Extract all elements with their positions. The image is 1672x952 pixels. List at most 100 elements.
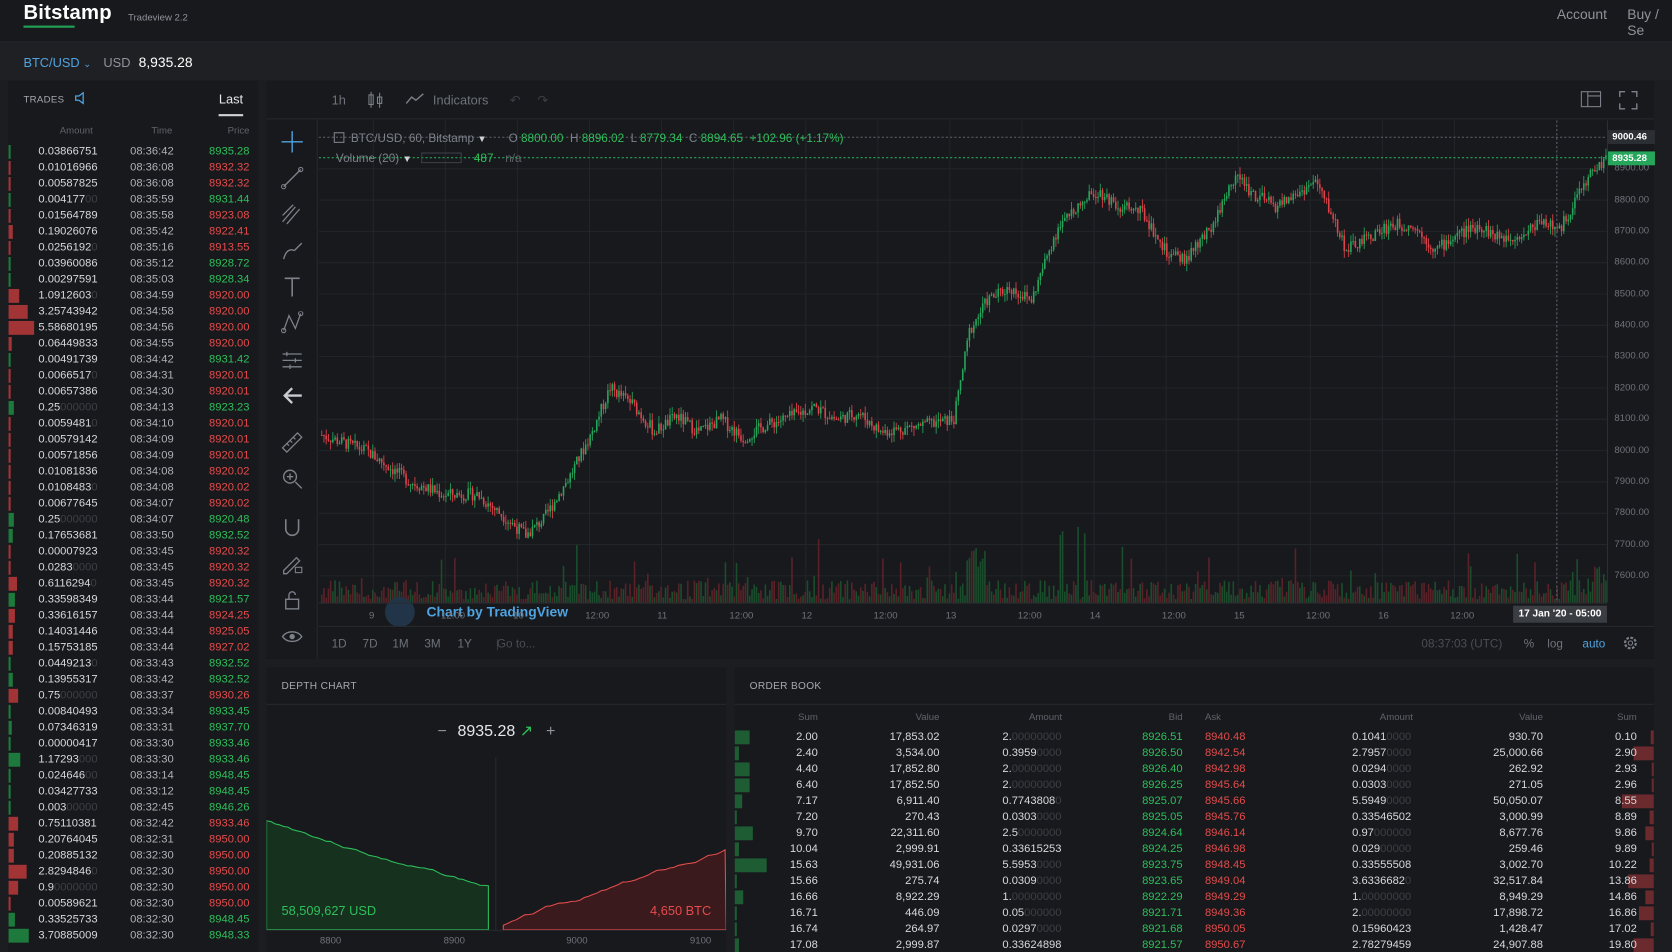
orderbook-row[interactable]: 16.74 264.97 0.02970000 8921.68 8950.05 0.159… — [734, 921, 1654, 937]
orderbook-row[interactable]: 16.66 8,922.29 1.00000000 8922.29 8949.29 1.0… — [734, 889, 1654, 905]
trade-row[interactable]: 0.00589621 08:32:30 8950.00 — [8, 896, 259, 912]
range-1y[interactable]: 1Y — [457, 638, 471, 651]
volume-legend[interactable]: Volume (20) ▼ 487 n/a — [336, 152, 522, 165]
trade-row[interactable]: 0.33598349 08:33:44 8921.57 — [8, 592, 259, 608]
orderbook-row[interactable]: 15.66 275.74 0.03090000 8923.65 8949.04 3.633… — [734, 873, 1654, 889]
trade-row[interactable]: 0.01564789 08:35:58 8923.08 — [8, 208, 259, 224]
trade-row[interactable]: 1.09126030 08:34:59 8920.00 — [8, 288, 259, 304]
percent-toggle[interactable]: % — [1524, 638, 1534, 651]
text-icon[interactable] — [278, 273, 306, 301]
trade-row[interactable]: 0.07346319 08:33:31 8937.70 — [8, 720, 259, 736]
trade-row[interactable]: 0.01084830 08:34:08 8920.02 — [8, 480, 259, 496]
auto-toggle[interactable]: auto — [1582, 638, 1605, 651]
crosshair-icon[interactable] — [278, 128, 306, 156]
trade-row[interactable]: 0.00665170 08:34:31 8920.01 — [8, 368, 259, 384]
trade-row[interactable]: 0.03960086 08:35:12 8928.72 — [8, 256, 259, 272]
trade-row[interactable]: 0.33616157 08:33:44 8924.25 — [8, 608, 259, 624]
trade-row[interactable]: 0.90000000 08:32:30 8950.00 — [8, 880, 259, 896]
trade-row[interactable]: 0.04492130 08:33:43 8932.52 — [8, 656, 259, 672]
trade-row[interactable]: 0.17653681 08:33:50 8932.52 — [8, 528, 259, 544]
orderbook-row[interactable]: 7.20 270.43 0.03030000 8925.05 8945.76 0.3354… — [734, 809, 1654, 825]
trade-row[interactable]: 0.00579142 08:34:09 8920.01 — [8, 432, 259, 448]
magnet-icon[interactable] — [278, 514, 306, 542]
trade-row[interactable]: 0.00000417 08:33:30 8933.46 — [8, 736, 259, 752]
trade-row[interactable]: 0.20885132 08:32:30 8950.00 — [8, 848, 259, 864]
trade-row[interactable]: 0.61162940 08:33:45 8920.32 — [8, 576, 259, 592]
speaker-icon[interactable] — [75, 91, 86, 108]
trade-row[interactable]: 0.01016966 08:36:08 8932.32 — [8, 160, 259, 176]
orderbook-row[interactable]: 15.63 49,931.06 5.59530000 8923.75 8948.45 0.… — [734, 857, 1654, 873]
trade-row[interactable]: 0.20764045 08:32:31 8950.00 — [8, 832, 259, 848]
trade-row[interactable]: 0.19026076 08:35:42 8922.41 — [8, 224, 259, 240]
range-1d[interactable]: 1D — [332, 638, 347, 651]
trade-row[interactable]: 0.01081836 08:34:08 8920.02 — [8, 464, 259, 480]
orderbook-row[interactable]: 7.17 6,911.40 0.77438080 8925.07 8945.66 5.59… — [734, 793, 1654, 809]
layout-icon[interactable] — [1580, 91, 1602, 111]
undo-icon[interactable]: ↶ — [510, 93, 521, 108]
range-7d[interactable]: 7D — [363, 638, 378, 651]
projection-icon[interactable] — [278, 345, 306, 373]
trade-row[interactable]: 0.33525733 08:32:30 8948.45 — [8, 912, 259, 928]
range-1m[interactable]: 1M — [392, 638, 408, 651]
orderbook-row[interactable]: 10.04 2,999.91 0.33615253 8924.25 8946.98 0.0… — [734, 841, 1654, 857]
tab-last[interactable]: Last — [218, 92, 244, 117]
trade-row[interactable]: 0.25000000 08:34:13 8923.23 — [8, 400, 259, 416]
fullscreen-icon[interactable] — [1619, 91, 1638, 113]
trade-row[interactable]: 0.15753185 08:33:44 8927.02 — [8, 640, 259, 656]
trade-row[interactable]: 0.00417700 08:35:59 8931.44 — [8, 192, 259, 208]
orderbook-row[interactable]: 2.40 3,534.00 0.39590000 8926.50 8942.54 2.79… — [734, 745, 1654, 761]
goto-button[interactable]: Go to... — [497, 638, 535, 651]
trade-row[interactable]: 0.00677645 08:34:07 8920.02 — [8, 496, 259, 512]
indicators-button[interactable]: Indicators — [433, 93, 488, 108]
interval-button[interactable]: 1h — [332, 93, 346, 108]
nav-buy-sell[interactable]: Buy / Se — [1627, 6, 1672, 38]
trade-row[interactable]: 0.25000000 08:34:07 8920.48 — [8, 512, 259, 528]
indicators-icon[interactable] — [405, 93, 424, 109]
time-axis[interactable]: 9 12:00 10 12:00 11 12:00 12 12:00 13 12:00 14 12:0… — [318, 602, 1607, 625]
trade-row[interactable]: 0.00571856 08:34:09 8920.01 — [8, 448, 259, 464]
trade-row[interactable]: 0.02561920 08:35:16 8913.55 — [8, 240, 259, 256]
arrow-left-icon[interactable] — [278, 382, 306, 410]
trade-row[interactable]: 0.75110381 08:32:42 8933.46 — [8, 816, 259, 832]
trade-row[interactable]: 0.00594810 08:34:10 8920.01 — [8, 416, 259, 432]
legend-symbol[interactable]: BTC/USD, 60, Bitstamp ▼ — [333, 132, 487, 145]
orderbook-row[interactable]: 16.71 446.09 0.05000000 8921.71 8949.36 2.000… — [734, 905, 1654, 921]
log-toggle[interactable]: log — [1547, 638, 1563, 651]
orderbook-row[interactable]: 17.08 2,999.87 0.33624898 8921.57 8950.67 2.7… — [734, 937, 1654, 952]
nav-account[interactable]: Account — [1557, 6, 1607, 22]
range-3m[interactable]: 3M — [424, 638, 440, 651]
pattern-icon[interactable] — [278, 309, 306, 337]
trend-line-icon[interactable] — [278, 164, 306, 192]
zoom-icon[interactable] — [278, 465, 306, 493]
volume-controls-icon[interactable] — [421, 152, 463, 164]
fib-icon[interactable] — [278, 200, 306, 228]
price-chart[interactable]: BTC/USD, 60, Bitstamp ▼ O 8800.00 H 8896… — [318, 120, 1609, 628]
price-axis[interactable]: 8900.00 8800.00 8700.00 8600.00 8500.00 8400.… — [1606, 120, 1655, 603]
trade-row[interactable]: 5.58680195 08:34:56 8920.00 — [8, 320, 259, 336]
candles-icon[interactable] — [367, 91, 384, 113]
trade-row[interactable]: 0.02830000 08:33:45 8920.32 — [8, 560, 259, 576]
trade-row[interactable]: 0.03427733 08:33:12 8948.45 — [8, 784, 259, 800]
bitstamp-logo[interactable]: Bitstamp — [23, 2, 111, 25]
trade-row[interactable]: 2.82948460 08:32:30 8950.00 — [8, 864, 259, 880]
orderbook-row[interactable]: 6.40 17,852.50 2.00000000 8926.25 8945.64 0.0… — [734, 777, 1654, 793]
lock-drawing-icon[interactable] — [278, 550, 306, 578]
eye-icon[interactable] — [278, 623, 306, 651]
gear-icon[interactable] — [1622, 634, 1639, 654]
trade-row[interactable]: 0.75000000 08:33:37 8930.26 — [8, 688, 259, 704]
orderbook-row[interactable]: 2.00 17,853.02 2.00000000 8926.51 8940.48 0.1… — [734, 729, 1654, 745]
lock-icon[interactable] — [278, 586, 306, 614]
trade-row[interactable]: 0.00300000 08:32:45 8946.26 — [8, 800, 259, 816]
redo-icon[interactable]: ↷ — [537, 93, 548, 108]
trade-row[interactable]: 0.13955317 08:33:42 8932.52 — [8, 672, 259, 688]
trade-row[interactable]: 0.00007923 08:33:45 8920.32 — [8, 544, 259, 560]
trade-row[interactable]: 0.00491739 08:34:42 8931.42 — [8, 352, 259, 368]
orderbook-row[interactable]: 4.40 17,852.80 2.00000000 8926.40 8942.98 0.0… — [734, 761, 1654, 777]
trade-row[interactable]: 0.03866751 08:36:42 8935.28 — [8, 144, 259, 160]
trade-row[interactable]: 1.17293000 08:33:30 8933.46 — [8, 752, 259, 768]
brush-icon[interactable] — [278, 237, 306, 265]
trade-row[interactable]: 3.70885009 08:32:30 8948.33 — [8, 928, 259, 944]
trade-row[interactable]: 0.02464600 08:33:14 8948.45 — [8, 768, 259, 784]
trade-row[interactable]: 0.06449833 08:34:55 8920.00 — [8, 336, 259, 352]
pair-selector[interactable]: BTC/USD ⌄ — [23, 55, 91, 70]
